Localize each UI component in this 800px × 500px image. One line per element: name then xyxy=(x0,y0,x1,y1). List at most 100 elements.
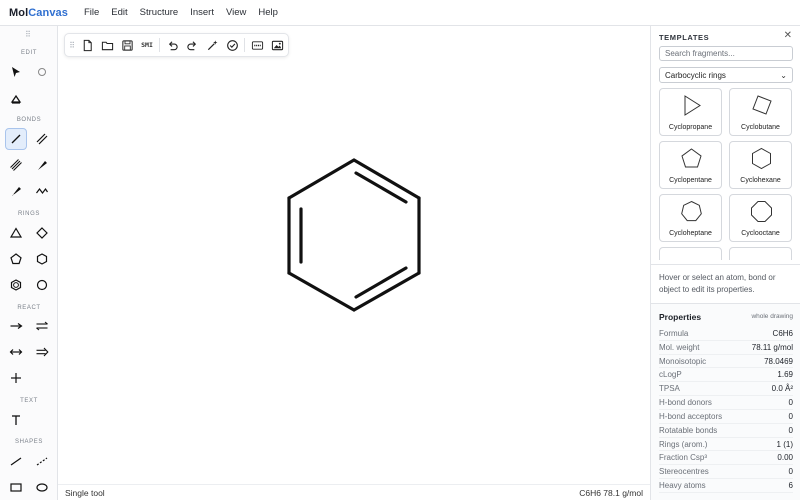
template-cyclopentane[interactable]: Cyclopentane xyxy=(659,141,722,189)
menu-structure[interactable]: Structure xyxy=(134,7,185,18)
benzene-molecule[interactable] xyxy=(270,150,440,320)
retrosynthesis-arrow-icon xyxy=(36,347,49,357)
property-value: C6H6 xyxy=(772,328,793,338)
bond-4 xyxy=(287,271,356,312)
property-value: 0.0 Å² xyxy=(771,384,793,394)
property-key: Rings (arom.) xyxy=(659,439,708,449)
menu-file[interactable]: File xyxy=(78,7,105,18)
smiles-button[interactable]: SMI xyxy=(137,35,157,55)
template-cycloheptane[interactable]: Cycloheptane xyxy=(659,194,722,242)
chain-tool[interactable] xyxy=(31,180,53,202)
resonance-arrow-tool[interactable] xyxy=(5,341,27,363)
property-value: 0.00 xyxy=(777,453,793,463)
template-partial-tile[interactable] xyxy=(729,247,792,260)
chevron-down-icon: ⌄ xyxy=(780,70,787,80)
line-icon xyxy=(10,457,22,466)
property-value: 0 xyxy=(788,467,793,477)
lasso-tool[interactable] xyxy=(31,61,53,83)
rectangle-shape-tool[interactable] xyxy=(5,476,27,498)
toolbar-grip-icon[interactable]: ⠿ xyxy=(67,41,77,50)
menu-edit[interactable]: Edit xyxy=(105,7,133,18)
toolbar-separator xyxy=(159,38,160,52)
ring-4-tool[interactable] xyxy=(31,222,53,244)
property-key: H-bond donors xyxy=(659,398,712,408)
export-svg-button[interactable] xyxy=(247,35,267,55)
export-svg-icon xyxy=(251,40,263,50)
property-row: Fraction Csp³ 0.00 xyxy=(659,452,793,466)
property-row: H-bond acceptors 0 xyxy=(659,410,793,424)
wedge-bond-tool[interactable] xyxy=(31,154,53,176)
app-window: MolCanvas File Edit Structure Insert Vie… xyxy=(0,0,800,500)
search-fragments-input[interactable] xyxy=(659,46,793,61)
large-ring-tool[interactable] xyxy=(31,274,53,296)
new-document-button[interactable] xyxy=(77,35,97,55)
plus-icon xyxy=(11,373,21,383)
ring-5-tool[interactable] xyxy=(5,248,27,270)
menu-help[interactable]: Help xyxy=(252,7,284,18)
select-tool[interactable] xyxy=(5,61,27,83)
menu-view[interactable]: View xyxy=(220,7,252,18)
cyclobutane-icon xyxy=(752,95,772,115)
export-image-button[interactable] xyxy=(267,35,287,55)
single-bond-tool[interactable] xyxy=(5,128,27,150)
properties-hint: Hover or select an atom, bond or object … xyxy=(659,273,776,294)
property-key: Rotatable bonds xyxy=(659,425,718,435)
eraser-tool[interactable] xyxy=(5,88,27,110)
template-label: Cyclopentane xyxy=(669,177,712,184)
open-button[interactable] xyxy=(97,35,117,55)
templates-heading: TEMPLATES xyxy=(659,33,710,42)
hash-bond-icon xyxy=(12,187,21,196)
template-cyclohexane[interactable]: Cyclohexane xyxy=(729,141,792,189)
section-label-edit: EDIT xyxy=(20,50,38,56)
clean-structure-button[interactable] xyxy=(202,35,222,55)
section-label-bonds: BONDS xyxy=(16,117,42,123)
property-row: cLogP 1.69 xyxy=(659,369,793,383)
logo-part-1: Mol xyxy=(9,6,29,19)
template-partial-tile[interactable] xyxy=(659,247,722,260)
grip-icon[interactable]: ⠿ xyxy=(25,30,31,39)
reaction-arrow-tool[interactable] xyxy=(5,315,27,337)
property-value: 78.0469 xyxy=(764,356,793,366)
property-row: Monoisotopic 78.0469 xyxy=(659,355,793,369)
redo-button[interactable] xyxy=(182,35,202,55)
retro-arrow-tool[interactable] xyxy=(31,341,53,363)
double-bond-tool[interactable] xyxy=(31,128,53,150)
cyclopropane-icon xyxy=(684,95,701,116)
properties-section: Properties whole drawing Formula C6H6 Mol.… xyxy=(651,304,800,500)
property-value: 0 xyxy=(788,411,793,421)
double-headed-arrow-icon xyxy=(9,349,23,355)
triple-bond-tool[interactable] xyxy=(5,154,27,176)
status-formula: C6H6 78.1 g/mol xyxy=(579,487,643,498)
ring-3-tool[interactable] xyxy=(5,222,27,244)
menu-insert[interactable]: Insert xyxy=(184,7,220,18)
equilibrium-arrow-tool[interactable] xyxy=(31,315,53,337)
line-shape-tool[interactable] xyxy=(5,450,27,472)
property-key: Monoisotopic xyxy=(659,356,707,366)
toolbar-separator xyxy=(244,38,245,52)
template-label: Cyclohexane xyxy=(740,177,781,184)
category-select[interactable]: Carbocyclic rings ⌄ xyxy=(659,67,793,83)
ellipse-shape-tool[interactable] xyxy=(31,476,53,498)
template-cyclooctane[interactable]: Cyclooctane xyxy=(729,194,792,242)
undo-button[interactable] xyxy=(162,35,182,55)
ring-6-tool[interactable] xyxy=(31,248,53,270)
dashed-line-shape-tool[interactable] xyxy=(31,450,53,472)
template-cyclobutane[interactable]: Cyclobutane xyxy=(729,88,792,136)
check-structure-button[interactable] xyxy=(222,35,242,55)
folder-icon xyxy=(101,41,113,50)
property-key: Formula xyxy=(659,328,689,338)
square-ring-icon xyxy=(36,227,48,239)
plus-tool[interactable] xyxy=(5,367,27,389)
property-value: 0 xyxy=(788,398,793,408)
redo-icon xyxy=(186,40,196,50)
template-grid: Cyclopropane Cyclobutane Cyclopentane Cy… xyxy=(659,88,797,260)
save-button[interactable] xyxy=(117,35,137,55)
double-bond-icon xyxy=(36,133,48,145)
close-icon[interactable]: ✕ xyxy=(784,30,792,41)
text-t-icon xyxy=(12,415,20,425)
hash-bond-tool[interactable] xyxy=(5,180,27,202)
text-tool[interactable] xyxy=(5,409,27,431)
double-bond-inner-2 xyxy=(354,266,408,299)
template-cyclopropane[interactable]: Cyclopropane xyxy=(659,88,722,136)
benzene-tool[interactable] xyxy=(5,274,27,296)
